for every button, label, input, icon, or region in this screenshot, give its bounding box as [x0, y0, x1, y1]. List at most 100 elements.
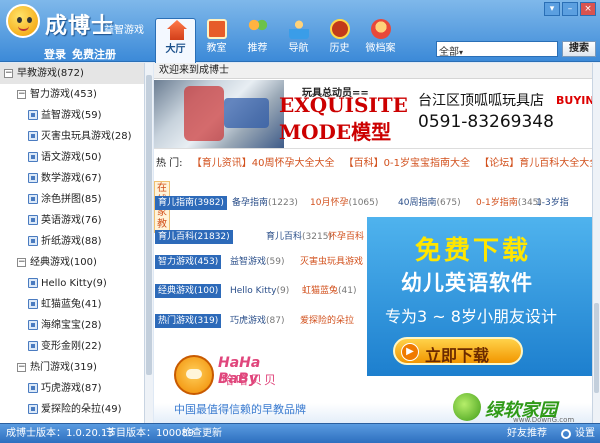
sidebar-item-label: 数学游戏(67) — [41, 173, 102, 184]
settings-link[interactable]: 设置 — [575, 424, 595, 443]
scrollbar-thumb[interactable] — [594, 303, 599, 393]
haha-baby-promo[interactable]: HaHa BaBy 哈哈贝贝 — [166, 333, 286, 399]
app-subtitle: 益智游戏 — [104, 25, 144, 36]
login-link[interactable]: 登录 — [44, 46, 66, 62]
category-head[interactable]: 育儿百科(21832) — [155, 230, 233, 244]
sidebar-item[interactable]: 变形金刚(22) — [0, 336, 152, 357]
category-head[interactable]: 经典游戏(100) — [155, 284, 222, 298]
main-scrollbar[interactable] — [592, 63, 600, 423]
sidebar-item[interactable]: − 经典游戏(100) — [0, 252, 152, 273]
sidebar-item-label: 涂色拼图(85) — [41, 194, 102, 205]
chevron-down-icon: ▾ — [459, 48, 464, 57]
collapse-toggle-icon[interactable]: − — [17, 90, 26, 99]
category-link[interactable]: 1-3岁指 — [536, 195, 569, 211]
sidebar-item[interactable]: Hello Kitty(9) — [0, 273, 152, 294]
sidebar-item[interactable]: 爱探险的朵拉(49) — [0, 399, 152, 420]
nav-hall[interactable]: 大厅 — [155, 18, 196, 63]
hot-link[interactable]: 【百科】0-1岁宝宝指南大全 — [344, 158, 470, 169]
nav-label: 微档案 — [365, 43, 396, 54]
sidebar-item[interactable]: 灭害虫玩具游戏(28) — [0, 126, 152, 147]
download-ad[interactable]: 免费下载 幼儿英语软件 专为3 ~ 8岁小朋友设计 ▶ 立即下载 — [367, 217, 600, 376]
leaf-logo-icon — [453, 393, 481, 421]
nav-label: 推荐 — [247, 43, 268, 54]
collapse-toggle-icon[interactable]: − — [4, 69, 13, 78]
category-link[interactable]: 爱探险的朵拉 — [300, 313, 354, 329]
sidebar-item-label: 爱探险的朵拉(49) — [41, 404, 122, 415]
category-link[interactable]: 备孕指南(1223) — [232, 195, 298, 211]
menu-button[interactable]: ▾ — [544, 2, 560, 16]
game-category-icon — [28, 341, 38, 351]
ad-title: 免费下载 — [415, 236, 532, 266]
search-scope-select[interactable]: 全部▾ — [439, 43, 463, 58]
sidebar-item[interactable]: 涂色拼图(85) — [0, 189, 152, 210]
nav-navigation[interactable]: 导航 — [278, 18, 319, 62]
hot-link[interactable]: 【育儿资讯】40周怀孕大全大全 — [192, 158, 335, 169]
sidebar-item[interactable]: 折纸游戏(88) — [0, 231, 152, 252]
toy-shop-banner[interactable]: 玩具总动员== EXQUISITE MODE模型 台江区顶呱呱玩具店 0591-… — [154, 80, 600, 149]
search-input[interactable] — [467, 42, 557, 56]
sidebar-item[interactable]: 语文游戏(50) — [0, 147, 152, 168]
ad-description: 专为3 ~ 8岁小朋友设计 — [385, 307, 557, 326]
sidebar-item[interactable]: − 热门游戏(319) — [0, 357, 152, 378]
downg-watermark: 绿软家园 www.DownG.com — [453, 393, 588, 425]
category-link[interactable]: Hello Kitty(9) — [230, 283, 289, 299]
hot-links: 热 门: 【育儿资讯】40周怀孕大全大全 【百科】0-1岁宝宝指南大全 【论坛】… — [154, 157, 600, 171]
main-content: 欢迎来到成博士 玩具总动员== EXQUISITE MODE模型 台江区顶呱呱玩… — [154, 63, 600, 423]
category-head[interactable]: 育儿指南(3982) — [155, 196, 227, 210]
category-link[interactable]: 10月怀孕(1065) — [310, 195, 378, 211]
house-icon — [167, 20, 187, 40]
sidebar-item[interactable]: 虹猫蓝兔(41) — [0, 294, 152, 315]
sidebar-item-label: 变形金刚(22) — [41, 341, 102, 352]
sidebar-item[interactable]: − 智力游戏(453) — [0, 84, 152, 105]
share-friends-link[interactable]: 好友推荐 — [507, 424, 547, 443]
category-head[interactable]: 热门游戏(319) — [155, 314, 222, 328]
search-scope-value: 全部 — [439, 47, 459, 58]
nav-profile[interactable]: 微档案 — [360, 18, 401, 62]
nav-label: 导航 — [288, 43, 309, 54]
nav-classroom[interactable]: 教室 — [196, 18, 237, 62]
category-link-name: 巧虎游戏 — [230, 316, 267, 326]
category-link-name: 备孕指南 — [232, 198, 269, 208]
category-link-name: 1-3岁指 — [536, 198, 569, 208]
sidebar-scrollbar[interactable] — [144, 63, 153, 423]
sidebar-item[interactable]: 海绵宝宝(28) — [0, 315, 152, 336]
collapse-toggle-icon[interactable]: − — [17, 363, 26, 372]
close-button[interactable]: × — [580, 2, 596, 16]
main-nav: 大厅 教室 推荐 导航 历史 微档案 — [155, 18, 401, 63]
category-link[interactable]: 益智游戏(59) — [230, 254, 285, 270]
category-link[interactable]: 巧虎游戏(87) — [230, 313, 285, 329]
nav-recommend[interactable]: 推荐 — [237, 18, 278, 62]
category-head[interactable]: 智力游戏(453) — [155, 255, 222, 269]
register-link[interactable]: 免费注册 — [72, 46, 116, 62]
game-category-icon — [28, 320, 38, 330]
minimize-button[interactable]: – — [562, 2, 578, 16]
category-link-count: (87) — [266, 316, 285, 326]
ad-subtitle: 幼儿英语软件 — [401, 271, 533, 295]
sidebar-item-label: 经典游戏(100) — [30, 257, 97, 268]
sidebar-item-label: 海绵宝宝(28) — [41, 320, 102, 331]
category-link[interactable]: 怀孕百科 — [328, 229, 364, 245]
category-link[interactable]: 0-1岁指南(345) — [476, 195, 542, 211]
people-icon — [248, 19, 268, 39]
sidebar-item-label: 巧虎游戏(87) — [41, 383, 102, 394]
check-update-link[interactable]: 检查更新 — [182, 424, 222, 443]
download-now-button[interactable]: ▶ 立即下载 — [393, 337, 523, 365]
game-category-icon — [28, 236, 38, 246]
sidebar-item[interactable]: 英语游戏(76) — [0, 210, 152, 231]
category-link[interactable]: 灭害虫玩具游戏 — [300, 254, 363, 270]
category-link[interactable]: 40周指南(675) — [398, 195, 461, 211]
banner-shop-name: 台江区顶呱呱玩具店 — [418, 93, 544, 109]
search-button[interactable]: 搜索 — [562, 41, 596, 57]
sidebar-item[interactable]: − 早教游戏(872) — [0, 63, 152, 84]
category-link[interactable]: 育儿百科(3215) — [266, 229, 332, 245]
category-link[interactable]: 虹猫蓝兔(41) — [302, 283, 357, 299]
sidebar-item[interactable]: 益智游戏(59) — [0, 105, 152, 126]
gear-icon[interactable] — [561, 429, 571, 439]
nav-history[interactable]: 历史 — [319, 18, 360, 62]
hot-link[interactable]: 【论坛】育儿百科大全大全 — [479, 158, 599, 169]
sidebar-item[interactable]: 数学游戏(67) — [0, 168, 152, 189]
collapse-toggle-icon[interactable]: − — [17, 258, 26, 267]
category-row: 育儿指南(3982) 备孕指南(1223) 10月怀孕(1065) 40周指南(675… — [154, 195, 600, 211]
sidebar-item[interactable]: 巧虎游戏(87) — [0, 378, 152, 399]
scrollbar-thumb[interactable] — [146, 75, 152, 375]
